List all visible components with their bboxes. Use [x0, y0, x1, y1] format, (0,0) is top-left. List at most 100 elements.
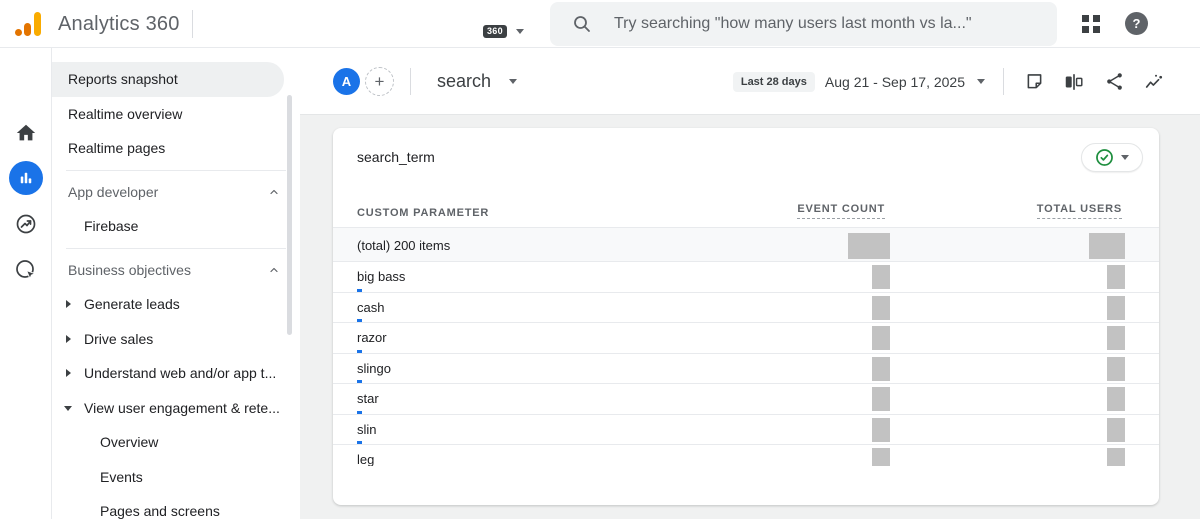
- search-term-cell: slingo: [357, 361, 391, 376]
- add-comparison-button[interactable]: +: [365, 67, 394, 96]
- report-content-area: search_term CUSTOM PARAMETER EVENT COUNT…: [300, 115, 1200, 519]
- brand-divider: [192, 10, 193, 38]
- sidebar-item-firebase[interactable]: Firebase: [52, 209, 300, 244]
- redacted-total-users-value: [1107, 296, 1125, 320]
- redacted-event-count-value: [872, 387, 890, 411]
- insights-button[interactable]: [1142, 70, 1166, 94]
- redacted-sublabel: [357, 441, 362, 444]
- redacted-event-count-value: [872, 357, 890, 381]
- sidebar-item-realtime-pages[interactable]: Realtime pages: [52, 131, 300, 166]
- redacted-sublabel: [357, 289, 362, 292]
- brand-home-link[interactable]: Analytics 360: [13, 0, 180, 48]
- analytics-logo-icon: [13, 10, 43, 38]
- rail-home-button[interactable]: [0, 122, 52, 144]
- redacted-sublabel: [357, 380, 362, 383]
- table-column-headers: CUSTOM PARAMETER EVENT COUNT TOTAL USERS: [333, 176, 1159, 227]
- redacted-sublabel: [357, 319, 362, 322]
- compare-icon: [1063, 71, 1085, 93]
- date-range-picker[interactable]: Last 28 days Aug 21 - Sep 17, 2025: [733, 72, 985, 92]
- collapse-arrow-icon[interactable]: [64, 406, 72, 411]
- redacted-event-count-value: [872, 326, 890, 350]
- search-input[interactable]: [614, 15, 1041, 33]
- column-header-event-count[interactable]: EVENT COUNT: [797, 203, 885, 219]
- rail-reports-button[interactable]: [0, 161, 52, 195]
- check-circle-icon: [1095, 148, 1114, 167]
- chevron-down-icon: [977, 79, 985, 84]
- search-term-cell: leg: [357, 452, 374, 466]
- redacted-total-users-value: [1107, 265, 1125, 289]
- expand-arrow-icon[interactable]: [66, 335, 71, 343]
- google-apps-grid-icon[interactable]: [1082, 15, 1100, 33]
- redacted-total-users-value: [1107, 357, 1125, 381]
- note-icon: [1024, 71, 1045, 92]
- page-title: search: [437, 71, 491, 92]
- sidebar-item-view-user-engagement[interactable]: View user engagement & rete...: [52, 391, 300, 426]
- global-search-bar[interactable]: [550, 2, 1057, 46]
- sidebar-section-app-developer[interactable]: App developer: [52, 175, 300, 210]
- sidebar-item-overview[interactable]: Overview: [52, 425, 300, 460]
- help-icon[interactable]: ?: [1125, 12, 1148, 35]
- home-icon: [15, 122, 37, 144]
- search-term-table-card: search_term CUSTOM PARAMETER EVENT COUNT…: [333, 128, 1159, 505]
- redacted-event-count-value: [848, 233, 890, 259]
- column-header-total-users[interactable]: TOTAL USERS: [1037, 203, 1122, 219]
- sidebar-divider: [66, 248, 286, 249]
- left-icon-rail: [0, 48, 52, 519]
- header-divider: [410, 68, 411, 95]
- report-title-dropdown[interactable]: search: [437, 48, 517, 115]
- reports-bar-chart-icon: [17, 169, 35, 187]
- total-row-label: (total) 200 items: [357, 238, 450, 253]
- chevron-up-icon: [268, 264, 280, 276]
- org-360-badge[interactable]: 360: [483, 25, 507, 38]
- sidebar-item-generate-leads[interactable]: Generate leads: [52, 287, 300, 322]
- table-row: slin: [333, 415, 1159, 446]
- redacted-total-users-value: [1089, 233, 1125, 259]
- sidebar-item-drive-sales[interactable]: Drive sales: [52, 322, 300, 357]
- data-quality-dropdown[interactable]: [1081, 143, 1143, 172]
- redacted-event-count-value: [872, 448, 890, 466]
- app-title: Analytics 360: [58, 13, 180, 36]
- sidebar-item-realtime-overview[interactable]: Realtime overview: [52, 97, 300, 132]
- advertising-icon: [14, 258, 38, 282]
- header-divider: [1003, 68, 1004, 95]
- table-row: slingo: [333, 354, 1159, 385]
- rail-explore-button[interactable]: [0, 212, 52, 236]
- reports-sidebar: Reports snapshot Realtime overview Realt…: [52, 48, 300, 519]
- sidebar-section-business-objectives[interactable]: Business objectives: [52, 253, 300, 288]
- table-rows-viewport: big bass cash razor slingo: [333, 262, 1159, 466]
- redacted-total-users-value: [1107, 448, 1125, 466]
- table-row: star: [333, 384, 1159, 415]
- card-title: search_term: [357, 149, 435, 165]
- date-range-text: Aug 21 - Sep 17, 2025: [825, 74, 965, 90]
- chevron-down-icon: [1121, 155, 1129, 160]
- search-icon: [572, 14, 592, 34]
- share-icon: [1104, 71, 1125, 92]
- table-row: leg: [333, 445, 1159, 466]
- sidebar-scrollbar[interactable]: [287, 95, 292, 335]
- column-header-custom-parameter[interactable]: CUSTOM PARAMETER: [357, 207, 489, 219]
- redacted-sublabel: [357, 350, 362, 353]
- compare-button[interactable]: [1062, 70, 1086, 94]
- table-row: cash: [333, 293, 1159, 324]
- table-row: razor: [333, 323, 1159, 354]
- redacted-total-users-value: [1107, 326, 1125, 350]
- expand-arrow-icon[interactable]: [66, 369, 71, 377]
- redacted-total-users-value: [1107, 387, 1125, 411]
- avatar[interactable]: A: [333, 68, 360, 95]
- org-switcher-caret-icon[interactable]: [516, 29, 524, 34]
- insights-icon: [1143, 71, 1165, 93]
- search-term-cell: big bass: [357, 269, 405, 284]
- redacted-total-users-value: [1107, 418, 1125, 442]
- search-term-cell: cash: [357, 300, 384, 315]
- share-button[interactable]: [1102, 70, 1126, 94]
- explore-icon: [14, 212, 38, 236]
- sidebar-divider: [66, 170, 286, 171]
- expand-arrow-icon[interactable]: [66, 300, 71, 308]
- sidebar-item-understand-web-app-traffic[interactable]: Understand web and/or app t...: [52, 356, 300, 391]
- sidebar-item-events[interactable]: Events: [52, 460, 300, 495]
- rail-advertising-button[interactable]: [0, 258, 52, 282]
- sidebar-item-reports-snapshot[interactable]: Reports snapshot: [52, 62, 284, 97]
- sidebar-item-pages-and-screens[interactable]: Pages and screens: [52, 494, 300, 519]
- notes-button[interactable]: [1022, 70, 1046, 94]
- search-term-cell: slin: [357, 422, 377, 437]
